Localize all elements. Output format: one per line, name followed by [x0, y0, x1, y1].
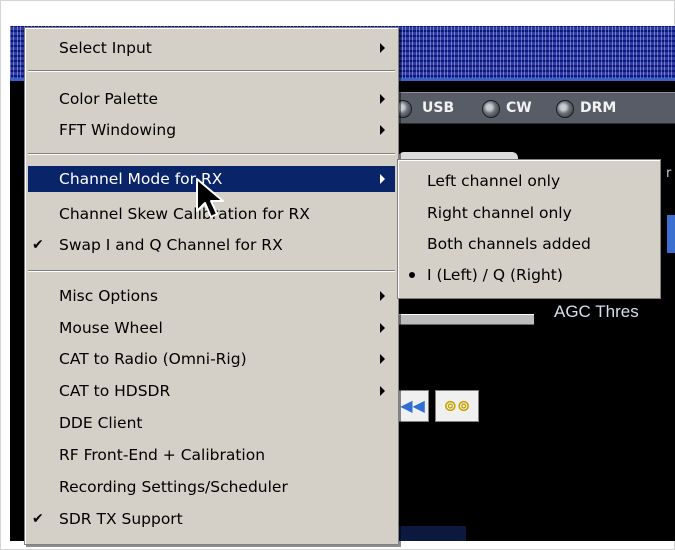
blue-indicator	[667, 215, 675, 253]
menu-item-label: Channel Skew Calibration for RX	[59, 205, 310, 223]
mode-drm-button[interactable]: DRM	[580, 98, 616, 118]
options-context-menu: Select Input Color Palette FFT Windowing…	[24, 27, 399, 545]
radio-bullet-icon	[409, 272, 415, 278]
menu-item-label: CAT to Radio (Omni-Rig)	[59, 350, 247, 368]
menu-item-fft-windowing[interactable]: FFT Windowing	[28, 117, 395, 143]
menu-item-label: FFT Windowing	[59, 121, 177, 139]
loop-icon: ⊚⊚	[443, 396, 471, 415]
led-indicator-icon	[482, 100, 500, 118]
submenu-item-right-channel[interactable]: Right channel only	[401, 199, 657, 227]
menu-item-sdr-tx-support[interactable]: ✔ SDR TX Support	[28, 506, 395, 532]
menu-item-label: Color Palette	[59, 90, 159, 108]
checkmark-icon: ✔	[32, 237, 44, 253]
menu-item-label: Select Input	[59, 39, 152, 57]
submenu-arrow-icon	[380, 291, 385, 301]
menu-item-label: Swap I and Q Channel for RX	[59, 236, 283, 254]
menu-item-mouse-wheel[interactable]: Mouse Wheel	[28, 315, 395, 341]
submenu-arrow-icon	[380, 174, 385, 184]
menu-item-label: Mouse Wheel	[59, 319, 163, 337]
menu-separator	[28, 153, 395, 155]
menu-item-label: Recording Settings/Scheduler	[59, 478, 288, 496]
menu-separator	[28, 270, 395, 272]
submenu-arrow-icon	[380, 94, 385, 104]
menu-item-label: SDR TX Support	[59, 510, 183, 528]
submenu-arrow-icon	[380, 354, 385, 364]
menu-separator	[28, 70, 395, 72]
menu-item-label: RF Front-End + Calibration	[59, 446, 266, 464]
channel-mode-submenu: Left channel only Right channel only Bot…	[397, 159, 661, 299]
menu-item-color-palette[interactable]: Color Palette	[28, 86, 395, 112]
mode-cw-button[interactable]: CW	[506, 98, 532, 118]
agc-slider[interactable]	[386, 314, 534, 325]
mode-usb-button[interactable]: USB	[422, 98, 454, 118]
submenu-arrow-icon	[380, 323, 385, 333]
menu-item-dde-client[interactable]: DDE Client	[28, 410, 395, 436]
mouse-pointer-icon	[196, 178, 224, 218]
menu-item-cat-hdsdr[interactable]: CAT to HDSDR	[28, 378, 395, 404]
checkmark-icon: ✔	[32, 511, 44, 527]
menu-item-label: DDE Client	[59, 414, 143, 432]
submenu-item-label: Left channel only	[427, 172, 561, 190]
submenu-arrow-icon	[380, 43, 385, 53]
loop-button[interactable]: ⊚⊚	[435, 390, 479, 422]
submenu-arrow-icon	[380, 386, 385, 396]
submenu-item-iq-left-right[interactable]: I (Left) / Q (Right)	[401, 261, 657, 289]
menu-item-cat-radio[interactable]: CAT to Radio (Omni-Rig)	[28, 346, 395, 372]
menu-item-recording-settings[interactable]: Recording Settings/Scheduler	[28, 474, 395, 500]
menu-item-misc-options[interactable]: Misc Options	[28, 283, 395, 309]
menu-item-label: Misc Options	[59, 287, 159, 305]
submenu-item-label: Right channel only	[427, 204, 572, 222]
led-indicator-icon	[556, 100, 574, 118]
menu-item-rf-frontend[interactable]: RF Front-End + Calibration	[28, 442, 395, 468]
skip-back-button[interactable]: ◀◀	[396, 390, 429, 422]
menu-item-select-input[interactable]: Select Input	[28, 35, 395, 61]
submenu-item-left-channel[interactable]: Left channel only	[401, 167, 657, 195]
skip-back-icon: ◀◀	[400, 396, 425, 415]
side-label: r	[666, 166, 672, 181]
agc-threshold-label: AGC Thres	[554, 302, 639, 321]
submenu-arrow-icon	[380, 125, 385, 135]
menu-item-label: CAT to HDSDR	[59, 382, 171, 400]
submenu-item-both-channels[interactable]: Both channels added	[401, 230, 657, 258]
mode-button-bar: USB CW DRM	[386, 92, 675, 124]
submenu-item-label: I (Left) / Q (Right)	[427, 266, 563, 284]
submenu-item-label: Both channels added	[427, 235, 591, 253]
menu-item-swap-iq[interactable]: ✔ Swap I and Q Channel for RX	[28, 232, 395, 258]
